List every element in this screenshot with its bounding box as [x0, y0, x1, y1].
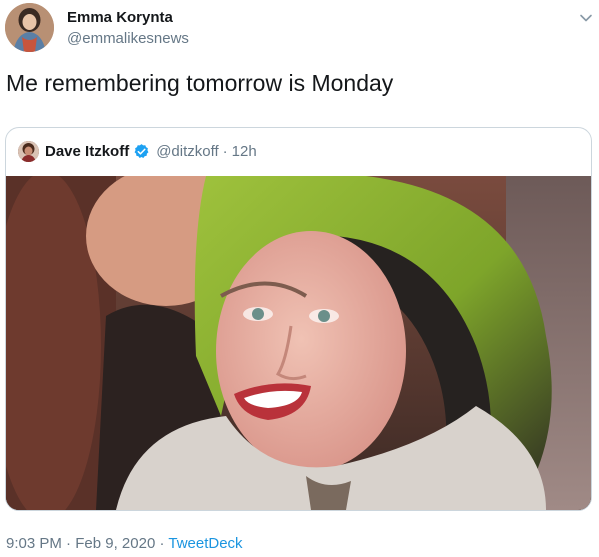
- author-handle[interactable]: @emmalikesnews: [67, 30, 189, 47]
- separator-dot: ·: [159, 535, 165, 552]
- quoted-tweet-card[interactable]: Dave Itzkoff @ditzkoff · 12h: [5, 127, 592, 511]
- separator-dot: ·: [222, 142, 228, 160]
- quoted-tweet-header: Dave Itzkoff @ditzkoff · 12h: [18, 140, 257, 162]
- avatar-photo-icon: [5, 3, 54, 52]
- quoted-author-handle[interactable]: @ditzkoff: [156, 143, 218, 160]
- quoted-author-name[interactable]: Dave Itzkoff: [45, 143, 129, 160]
- author-avatar[interactable]: [5, 3, 54, 52]
- quoted-author-avatar[interactable]: [18, 140, 39, 162]
- tweet: Emma Korynta @emmalikesnews Me rememberi…: [0, 0, 599, 557]
- tweet-source-link[interactable]: TweetDeck: [168, 535, 242, 552]
- tweet-metadata: 9:03 PM · Feb 9, 2020 · TweetDeck: [6, 535, 243, 552]
- quoted-tweet-time[interactable]: 12h: [232, 143, 257, 160]
- chevron-down-icon[interactable]: [579, 11, 593, 25]
- tweet-text: Me remembering tomorrow is Monday: [6, 70, 394, 96]
- author-name[interactable]: Emma Korynta: [67, 9, 173, 26]
- avatar-photo-icon: [18, 140, 39, 162]
- quoted-tweet-photo[interactable]: [6, 176, 591, 510]
- photo-icon: [6, 176, 591, 510]
- tweet-time[interactable]: 9:03 PM: [6, 535, 62, 552]
- verified-badge-icon: [133, 143, 150, 160]
- separator-dot: ·: [66, 535, 72, 552]
- tweet-date[interactable]: Feb 9, 2020: [75, 535, 155, 552]
